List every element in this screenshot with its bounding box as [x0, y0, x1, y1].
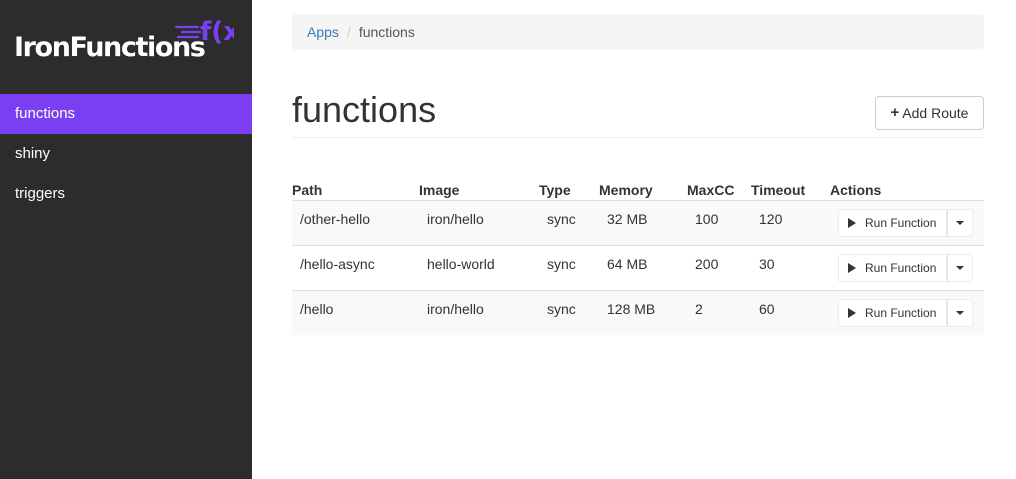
cell-image: hello-world [419, 244, 539, 290]
cell-timeout: 120 [759, 210, 783, 227]
cell-maxcc: 100 [695, 210, 719, 227]
sidebar-item-functions[interactable]: functions [0, 94, 252, 134]
cell-actions: Run Function [830, 244, 984, 290]
routes-table: Path Image Type Memory MaxCC Timeout Act… [292, 178, 984, 335]
cell-path: /hello-async [292, 244, 419, 290]
cell-timeout: 30 [751, 244, 830, 290]
run-function-button[interactable]: Run Function [838, 298, 947, 327]
cell-memory: 128 MB [599, 289, 687, 335]
run-function-split-button: Run Function [838, 298, 973, 327]
add-route-button[interactable]: + Add Route [875, 96, 984, 130]
plus-icon: + [890, 104, 900, 121]
play-icon [848, 307, 856, 318]
cell-memory: 32 MB [607, 210, 648, 227]
run-options-dropdown[interactable] [947, 253, 973, 282]
column-header-actions: Actions [830, 178, 984, 201]
play-icon [848, 217, 856, 228]
cell-type: sync [547, 210, 576, 227]
breadcrumb-apps-link[interactable]: Apps [307, 24, 339, 40]
cell-type: sync [539, 244, 599, 290]
column-header-timeout: Timeout [751, 178, 830, 201]
sidebar: IronFunctions f(x) functions shiny trigg… [0, 0, 252, 479]
cell-type: sync [539, 289, 599, 335]
run-function-label: Run Function [865, 260, 937, 275]
cell-maxcc: 2 [687, 289, 751, 335]
breadcrumb: Apps / functions [292, 14, 984, 50]
cell-actions: Run Function [830, 200, 984, 245]
cell-path: /hello [292, 289, 419, 335]
caret-down-icon [956, 310, 964, 315]
ironfunctions-logo[interactable]: IronFunctions f(x) [14, 14, 239, 74]
cell-timeout: 60 [751, 289, 830, 335]
run-options-dropdown[interactable] [947, 208, 973, 237]
cell-actions: Run Function [830, 289, 984, 335]
cell-image: iron/hello [419, 289, 539, 335]
table-header-row: Path Image Type Memory MaxCC Timeout Act… [292, 178, 984, 201]
cell-image: iron/hello [427, 210, 484, 227]
title-divider [292, 137, 984, 138]
table-row: /hello-async hello-world sync 64 MB 200 … [292, 244, 984, 290]
fx-logo-icon: f(x) [174, 17, 234, 47]
run-function-label: Run Function [865, 305, 937, 320]
run-function-button[interactable]: Run Function [838, 208, 947, 237]
column-header-path: Path [292, 178, 419, 201]
page-title: functions [292, 89, 437, 130]
add-route-label: Add Route [902, 105, 969, 121]
column-header-memory: Memory [599, 178, 687, 201]
logo-mark-text: f(x) [200, 17, 234, 47]
sidebar-item-shiny[interactable]: shiny [0, 134, 252, 174]
caret-down-icon [956, 220, 964, 225]
sidebar-item-triggers[interactable]: triggers [0, 174, 252, 214]
caret-down-icon [956, 265, 964, 270]
run-function-split-button: Run Function [838, 253, 973, 282]
run-function-label: Run Function [865, 215, 937, 230]
cell-maxcc: 200 [687, 244, 751, 290]
play-icon [848, 262, 856, 273]
cell-memory: 64 MB [599, 244, 687, 290]
column-header-type: Type [539, 178, 599, 201]
run-function-button[interactable]: Run Function [838, 253, 947, 282]
table-row: /other-hello iron/hello sync 32 MB 100 1… [292, 200, 984, 245]
column-header-maxcc: MaxCC [687, 178, 751, 201]
breadcrumb-current: functions [358, 24, 415, 40]
run-options-dropdown[interactable] [947, 298, 973, 327]
run-function-split-button: Run Function [838, 208, 973, 237]
cell-path: /other-hello [300, 210, 371, 227]
column-header-image: Image [419, 178, 539, 201]
table-row: /hello iron/hello sync 128 MB 2 60 Run F… [292, 289, 984, 335]
sidebar-nav: functions shiny triggers [0, 94, 252, 214]
breadcrumb-separator: / [346, 24, 351, 40]
